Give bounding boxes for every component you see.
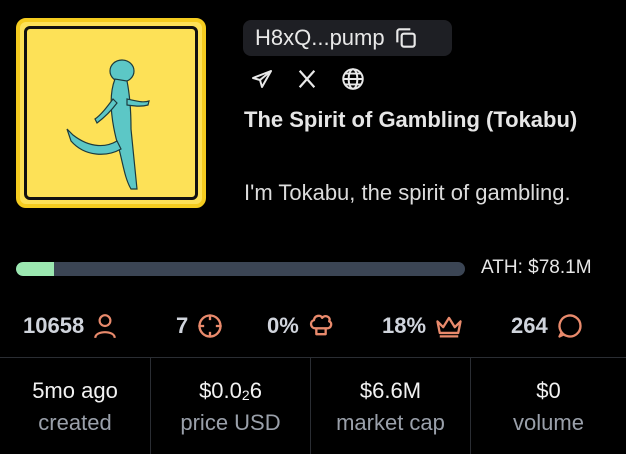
chef-hat-icon <box>309 314 333 336</box>
top-holders-stat[interactable]: 18% <box>382 304 464 348</box>
snipers-count: 7 <box>176 313 189 338</box>
user-icon <box>94 314 116 339</box>
social-links <box>250 66 366 92</box>
metric-price: $0.026 price USD <box>151 358 311 454</box>
telegram-icon[interactable] <box>250 67 274 91</box>
metric-created: 5mo ago created <box>0 358 151 454</box>
market-cap-value: $6.6M <box>359 378 422 403</box>
globe-icon[interactable] <box>340 66 366 92</box>
bonding-curve-progress <box>16 262 465 276</box>
created-value: 5mo ago <box>32 378 118 403</box>
created-label: created <box>38 410 112 435</box>
token-description: I'm Tokabu, the spirit of gambling. <box>244 180 571 205</box>
token-name: The Spirit of Gambling (Tokabu) <box>244 107 578 132</box>
replies-stat[interactable]: 264 <box>511 304 584 348</box>
price-zero-count: 2 <box>241 387 250 403</box>
price-suffix: 6 <box>249 378 262 403</box>
copy-icon[interactable] <box>393 25 419 51</box>
price-label: price USD <box>180 410 281 435</box>
price-value: $0.026 <box>151 378 310 404</box>
token-address-pill[interactable]: H8xQ...pump <box>243 20 452 56</box>
metric-volume: $0 volume <box>471 358 626 454</box>
market-cap-label: market cap <box>336 410 445 435</box>
ath-label: ATH: $78.1M <box>481 257 592 278</box>
dev-holdings-value: 0% <box>267 313 299 338</box>
crosshair-icon <box>198 314 222 338</box>
x-icon[interactable] <box>296 68 318 90</box>
tokabu-mascot-icon <box>66 59 150 190</box>
volume-value: $0 <box>536 378 561 403</box>
progress-fill <box>16 262 55 276</box>
top-holders-value: 18% <box>382 313 427 338</box>
token-image-frame <box>24 26 198 200</box>
crown-icon <box>436 316 462 338</box>
metric-market-cap: $6.6M market cap <box>311 358 471 454</box>
snipers-stat[interactable]: 7 <box>176 304 224 348</box>
metrics-row: 5mo ago created $0.026 price USD $6.6M m… <box>0 358 626 454</box>
chat-bubble-icon <box>558 314 582 338</box>
volume-label: volume <box>513 410 584 435</box>
dev-holdings-stat[interactable]: 0% <box>267 304 335 348</box>
replies-count: 264 <box>511 313 548 338</box>
holders-stat[interactable]: 10658 <box>23 304 118 348</box>
token-address: H8xQ...pump <box>255 25 385 50</box>
holders-count: 10658 <box>23 313 85 338</box>
token-image[interactable] <box>16 18 206 208</box>
stats-row: 10658 7 0% 18% 264 <box>0 304 626 348</box>
price-prefix: $0.0 <box>199 378 242 403</box>
